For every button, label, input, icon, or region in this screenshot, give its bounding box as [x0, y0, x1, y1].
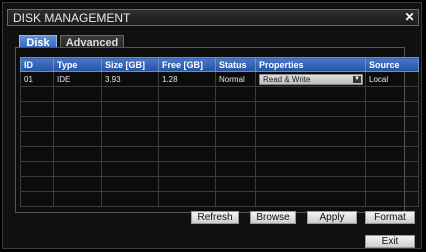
empty-cell [101, 161, 159, 177]
empty-cell [255, 101, 366, 117]
empty-cell [365, 131, 419, 147]
chevron-down-icon[interactable]: ▼ [353, 76, 361, 83]
window-title: DISK MANAGEMENT [13, 11, 131, 25]
properties-select-value: Read & Write [263, 75, 311, 84]
empty-cell [20, 161, 54, 177]
empty-cell [365, 146, 419, 162]
empty-cell [365, 161, 419, 177]
empty-cell [215, 161, 256, 177]
empty-cell [255, 131, 366, 147]
empty-cell [365, 191, 419, 207]
empty-cell [158, 176, 216, 192]
empty-cell [255, 191, 366, 207]
empty-cell [215, 86, 256, 102]
empty-cell [101, 116, 159, 132]
cell-type: IDE [53, 71, 102, 87]
empty-cell [101, 176, 159, 192]
column-header-status: Status [215, 57, 256, 72]
empty-cell [255, 86, 366, 102]
cell-size: 3.93 [101, 71, 159, 87]
empty-cell [365, 116, 419, 132]
empty-cell [101, 131, 159, 147]
table-header-row: ID Type Size [GB] Free [GB] Status Prope… [20, 57, 419, 72]
empty-cell [53, 191, 102, 207]
empty-cell [158, 146, 216, 162]
empty-cell [53, 176, 102, 192]
table-row[interactable]: 01 IDE 3.93 1.28 Normal Read & Write ▼ L… [20, 71, 419, 87]
cell-id: 01 [20, 71, 54, 87]
format-button[interactable]: Format [365, 211, 415, 224]
empty-table-row [20, 86, 419, 102]
empty-cell [215, 176, 256, 192]
empty-cell [158, 161, 216, 177]
browse-button[interactable]: Browse [250, 211, 296, 224]
empty-cell [255, 161, 366, 177]
empty-cell [215, 191, 256, 207]
empty-cell [215, 101, 256, 117]
cell-free: 1.28 [158, 71, 216, 87]
empty-cell [215, 131, 256, 147]
empty-cell [215, 146, 256, 162]
empty-cell [20, 116, 54, 132]
empty-cell [20, 101, 54, 117]
empty-cell [101, 86, 159, 102]
empty-cell [255, 116, 366, 132]
column-header-source: Source [365, 57, 419, 72]
empty-cell [101, 191, 159, 207]
column-header-properties: Properties [255, 57, 366, 72]
empty-table-row [20, 101, 419, 117]
empty-cell [215, 116, 256, 132]
empty-table-row [20, 131, 419, 147]
empty-cell [53, 116, 102, 132]
close-icon[interactable]: ✕ [403, 11, 416, 24]
empty-cell [53, 131, 102, 147]
empty-cell [20, 131, 54, 147]
empty-cell [365, 86, 419, 102]
empty-table-row [20, 146, 419, 162]
empty-cell [158, 86, 216, 102]
empty-cell [365, 101, 419, 117]
empty-cell [255, 176, 366, 192]
empty-cell [53, 86, 102, 102]
empty-table-row [20, 191, 419, 207]
empty-cell [53, 101, 102, 117]
empty-cell [255, 146, 366, 162]
empty-table-row [20, 161, 419, 177]
empty-cell [101, 146, 159, 162]
empty-cell [20, 191, 54, 207]
disk-table: ID Type Size [GB] Free [GB] Status Prope… [20, 57, 419, 207]
exit-button[interactable]: Exit [365, 235, 415, 248]
empty-cell [365, 176, 419, 192]
properties-select[interactable]: Read & Write ▼ [259, 74, 363, 85]
empty-cell [20, 146, 54, 162]
cell-status: Normal [215, 71, 256, 87]
empty-cell [101, 101, 159, 117]
cell-properties: Read & Write ▼ [255, 71, 366, 87]
empty-cell [20, 176, 54, 192]
column-header-size: Size [GB] [101, 57, 159, 72]
empty-table-row [20, 116, 419, 132]
title-bar: DISK MANAGEMENT ✕ [7, 9, 419, 26]
empty-cell [20, 86, 54, 102]
empty-cell [158, 131, 216, 147]
column-header-id: ID [20, 57, 54, 72]
column-header-type: Type [53, 57, 102, 72]
empty-cell [53, 146, 102, 162]
apply-button[interactable]: Apply [307, 211, 357, 224]
empty-cell [158, 101, 216, 117]
column-header-free: Free [GB] [158, 57, 216, 72]
refresh-button[interactable]: Refresh [191, 211, 239, 224]
empty-table-row [20, 176, 419, 192]
cell-source: Local [365, 71, 419, 87]
empty-cell [158, 191, 216, 207]
empty-cell [53, 161, 102, 177]
empty-cell [158, 116, 216, 132]
